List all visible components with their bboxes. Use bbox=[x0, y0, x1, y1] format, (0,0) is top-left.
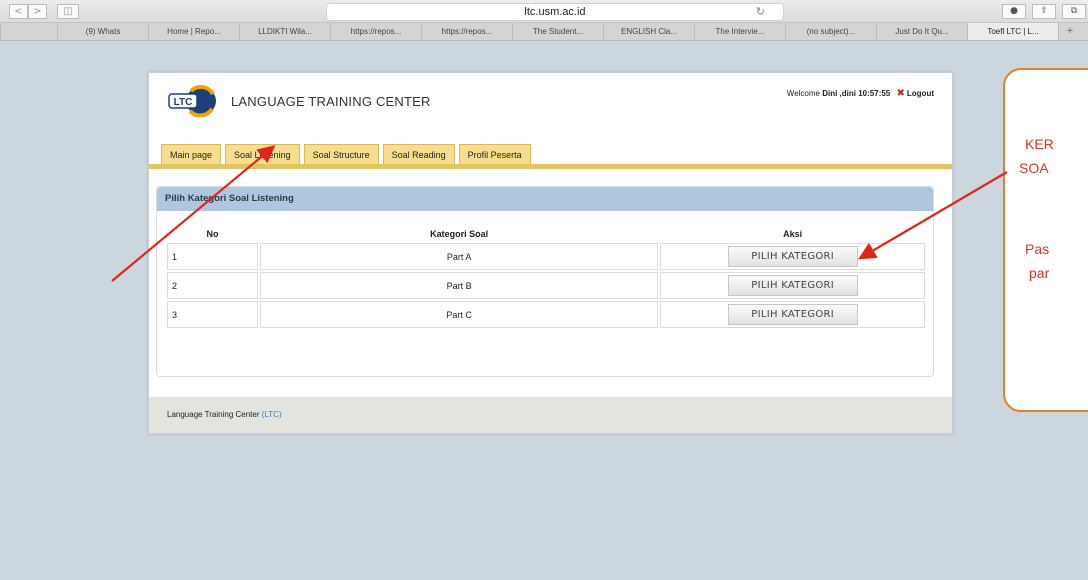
arrow-to-soal-listening bbox=[111, 145, 276, 282]
arrow-to-pilih-kategori bbox=[858, 171, 1008, 260]
annotation-arrows bbox=[111, 145, 1008, 282]
